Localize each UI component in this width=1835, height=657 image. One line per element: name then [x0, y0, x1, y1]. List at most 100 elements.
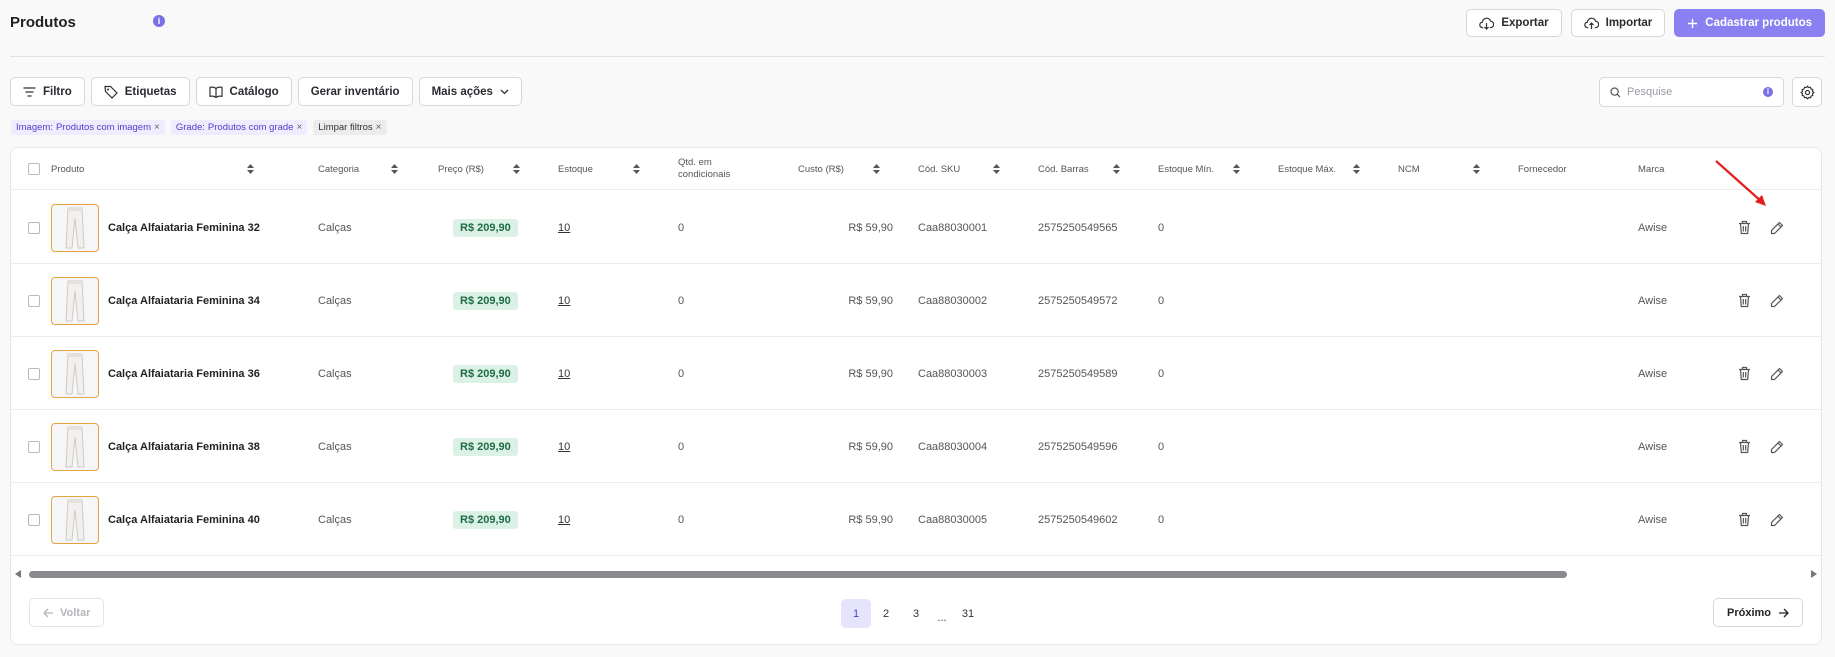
sort-icon	[1233, 164, 1240, 174]
row-checkbox[interactable]	[28, 513, 40, 526]
col-stock-min[interactable]: Estoque Mín.	[1158, 148, 1240, 190]
product-thumbnail[interactable]	[51, 422, 99, 471]
delete-button[interactable]	[1735, 511, 1753, 529]
scroll-left-icon[interactable]	[15, 570, 21, 578]
stock-link[interactable]: 10	[558, 222, 570, 234]
col-stock[interactable]: Estoque	[558, 148, 640, 190]
sku-cell: Caa88030005	[918, 513, 988, 526]
row-checkbox[interactable]	[28, 221, 40, 234]
col-qty-conditional[interactable]: Qtd. em condicionais	[678, 148, 758, 190]
table-settings-button[interactable]	[1792, 77, 1822, 107]
stock-link[interactable]: 10	[558, 514, 570, 526]
sort-icon	[391, 164, 398, 174]
table-row[interactable]: Calça Alfaiataria Feminina 40 Calças R$ 20…	[11, 483, 1821, 556]
search-icon	[1610, 86, 1621, 97]
toolbar: Filtro Etiquetas Catálogo Gerar inventár…	[10, 77, 522, 106]
row-checkbox[interactable]	[28, 294, 40, 307]
create-product-button[interactable]: Cadastrar produtos	[1674, 9, 1825, 37]
header-divider	[10, 56, 1825, 57]
create-product-label: Cadastrar produtos	[1705, 17, 1812, 29]
col-brand-label: Marca	[1638, 163, 1665, 175]
arrow-left-icon	[43, 608, 53, 617]
horizontal-scrollbar[interactable]	[11, 566, 1821, 582]
page-2[interactable]: 2	[871, 599, 901, 628]
cost-cell: R$ 59,90	[848, 294, 893, 307]
previous-page-button[interactable]: Voltar	[29, 598, 105, 627]
page-1[interactable]: 1	[841, 599, 871, 628]
stock-link[interactable]: 10	[558, 368, 570, 380]
edit-button[interactable]	[1768, 511, 1786, 529]
stock-cell: 10	[558, 191, 570, 264]
price-cell: R$ 209,90	[453, 410, 518, 483]
tags-button[interactable]: Etiquetas	[90, 77, 190, 106]
scroll-right-icon[interactable]	[1811, 570, 1817, 578]
table-row[interactable]: Calça Alfaiataria Feminina 32 Calças R$ 20…	[11, 191, 1821, 264]
select-all-checkbox[interactable]	[28, 163, 40, 175]
scrollbar-thumb[interactable]	[29, 571, 1567, 578]
col-barcode[interactable]: Cód. Barras	[1038, 148, 1120, 190]
edit-button[interactable]	[1768, 365, 1786, 383]
next-page-button[interactable]: Próximo	[1712, 598, 1803, 627]
row-checkbox[interactable]	[28, 367, 40, 380]
product-thumbnail[interactable]	[51, 349, 99, 398]
price-cell: R$ 209,90	[453, 191, 518, 264]
filter-chip-key: Imagem:	[16, 122, 53, 133]
generate-inventory-button[interactable]: Gerar inventário	[297, 77, 413, 106]
price-badge: R$ 209,90	[453, 510, 518, 529]
edit-button[interactable]	[1768, 219, 1786, 237]
barcode-cell: 2575250549572	[1038, 294, 1118, 307]
product-name[interactable]: Calça Alfaiataria Feminina 40	[108, 514, 260, 526]
col-brand[interactable]: Marca	[1638, 148, 1718, 190]
col-cost[interactable]: Custo (R$)	[798, 148, 880, 190]
delete-button[interactable]	[1735, 292, 1753, 310]
page-31[interactable]: 31	[953, 599, 983, 628]
tag-icon	[104, 85, 118, 99]
search-input[interactable]	[1627, 86, 1757, 98]
edit-button[interactable]	[1768, 292, 1786, 310]
price-badge: R$ 209,90	[453, 364, 518, 383]
col-category[interactable]: Categoria	[318, 148, 398, 190]
edit-button[interactable]	[1768, 438, 1786, 456]
delete-button[interactable]	[1735, 438, 1753, 456]
remove-filter-icon[interactable]: ×	[296, 122, 302, 133]
product-name[interactable]: Calça Alfaiataria Feminina 34	[108, 295, 260, 307]
stock-link[interactable]: 10	[558, 295, 570, 307]
clear-filters-chip[interactable]: Limpar filtros ×	[313, 120, 387, 135]
barcode-cell: 2575250549589	[1038, 367, 1118, 380]
col-ncm[interactable]: NCM	[1398, 148, 1480, 190]
stock-link[interactable]: 10	[558, 441, 570, 453]
import-button[interactable]: Importar	[1570, 9, 1666, 37]
product-cell: Calça Alfaiataria Feminina 32	[51, 191, 260, 264]
col-sku[interactable]: Cód. SKU	[918, 148, 1000, 190]
product-name[interactable]: Calça Alfaiataria Feminina 32	[108, 222, 260, 234]
search-info-icon[interactable]: i	[1763, 87, 1773, 97]
product-thumbnail[interactable]	[51, 276, 99, 325]
product-thumbnail[interactable]	[51, 203, 99, 252]
col-product[interactable]: Produto	[51, 148, 254, 190]
clear-filters-icon[interactable]: ×	[376, 122, 382, 133]
delete-button[interactable]	[1735, 365, 1753, 383]
row-checkbox[interactable]	[28, 440, 40, 453]
table-row[interactable]: Calça Alfaiataria Feminina 36 Calças R$ 20…	[11, 337, 1821, 410]
remove-filter-icon[interactable]: ×	[154, 122, 160, 133]
filter-chip-grade: Grade: Produtos com grade ×	[170, 120, 308, 135]
catalog-button[interactable]: Catálogo	[195, 77, 292, 106]
page-3[interactable]: 3	[901, 599, 931, 628]
table-row[interactable]: Calça Alfaiataria Feminina 34 Calças R$ 20…	[11, 264, 1821, 337]
info-icon[interactable]: i	[153, 15, 165, 27]
pagination-pages: 1 2 3 ... 31	[841, 599, 983, 628]
col-price[interactable]: Preço (R$)	[438, 148, 520, 190]
col-stock-max-label: Estoque Máx.	[1278, 163, 1337, 175]
col-supplier[interactable]: Fornecedor	[1518, 148, 1598, 190]
product-thumbnail[interactable]	[51, 495, 99, 544]
product-name[interactable]: Calça Alfaiataria Feminina 38	[108, 441, 260, 453]
more-actions-dropdown[interactable]: Mais ações	[418, 77, 522, 106]
row-select-cell	[28, 191, 40, 264]
table-row[interactable]: Calça Alfaiataria Feminina 38 Calças R$ 20…	[11, 410, 1821, 483]
qty-conditional-cell: 0	[678, 440, 685, 453]
product-name[interactable]: Calça Alfaiataria Feminina 36	[108, 368, 260, 380]
export-button[interactable]: Exportar	[1466, 9, 1562, 37]
col-stock-max[interactable]: Estoque Máx.	[1278, 148, 1360, 190]
delete-button[interactable]	[1735, 219, 1753, 237]
filter-button[interactable]: Filtro	[10, 77, 85, 106]
